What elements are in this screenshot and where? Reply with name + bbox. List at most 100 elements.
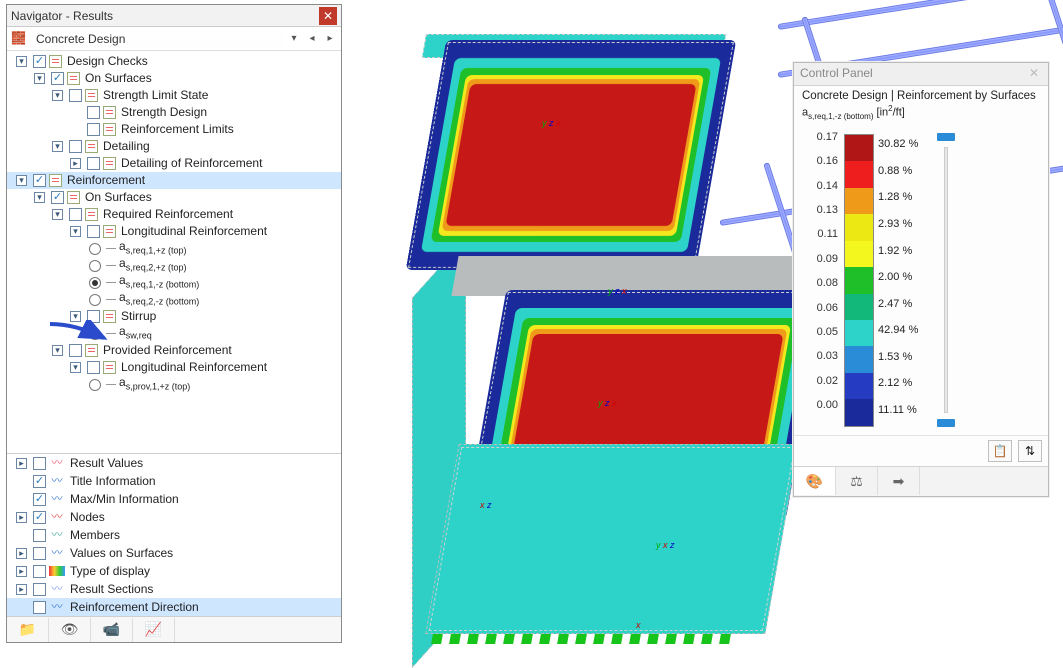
expand-toggle[interactable]: ▾ [52,90,63,101]
expand-toggle[interactable]: ▾ [16,56,27,67]
radio[interactable] [89,328,101,340]
option-row[interactable]: 〰Title Information [7,472,341,490]
tree-item[interactable]: ▾Design Checks [7,53,341,70]
checkbox[interactable] [87,310,100,323]
checkbox[interactable] [33,457,46,470]
checkbox[interactable] [87,225,100,238]
bottom-tab-1[interactable]: 👁 [49,618,91,642]
slider-handle-bottom[interactable] [937,419,955,427]
option-row[interactable]: ▸〰Result Values [7,454,341,472]
tree-item[interactable]: ▾Provided Reinforcement [7,342,341,359]
tree-item[interactable]: ▾On Surfaces [7,189,341,206]
navigator-combo[interactable]: 🧱 Concrete Design ▾ ◂ ▸ [7,27,341,51]
legend-swatch[interactable] [845,214,873,240]
tree-item[interactable]: ▾Stirrup [7,308,341,325]
tree-item[interactable]: ▾On Surfaces [7,70,341,87]
legend-colorbar[interactable] [844,134,874,427]
option-row[interactable]: ▸〰Values on Surfaces [7,544,341,562]
option-row[interactable]: ▸Type of display [7,562,341,580]
checkbox[interactable] [69,344,82,357]
checkbox[interactable] [51,191,64,204]
expand-toggle[interactable]: ▾ [34,192,45,203]
sort-button[interactable]: ⇅ [1018,440,1042,462]
checkbox[interactable] [33,475,46,488]
expand-toggle[interactable]: ▸ [16,512,27,523]
expand-toggle[interactable]: ▾ [70,362,81,373]
checkbox[interactable] [69,208,82,221]
radio[interactable] [89,277,101,289]
tree-item[interactable]: as,req,2,-z (bottom) [7,291,341,308]
legend-swatch[interactable] [845,161,873,187]
legend-swatch[interactable] [845,373,873,399]
nav-prev-icon[interactable]: ◂ [305,33,319,44]
checkbox[interactable] [51,72,64,85]
checkbox[interactable] [33,511,46,524]
checkbox[interactable] [33,529,46,542]
nav-next-icon[interactable]: ▸ [323,33,337,44]
checkbox[interactable] [69,89,82,102]
tree-item[interactable]: ▾Reinforcement [7,172,341,189]
legend-swatch[interactable] [845,294,873,320]
tree-item[interactable]: Strength Design [7,104,341,121]
chevron-down-icon[interactable]: ▾ [287,33,301,44]
option-row[interactable]: 〰Reinforcement Direction [7,598,341,616]
tree-item[interactable]: Reinforcement Limits [7,121,341,138]
cp-tab-filter[interactable]: ➡ [878,467,920,495]
radio[interactable] [89,294,101,306]
checkbox[interactable] [69,140,82,153]
radio[interactable] [89,243,101,255]
checkbox[interactable] [33,583,46,596]
checkbox[interactable] [33,565,46,578]
radio[interactable] [89,260,101,272]
option-row[interactable]: ▸〰Nodes [7,508,341,526]
expand-toggle[interactable]: ▾ [16,175,27,186]
legend-swatch[interactable] [845,399,873,425]
option-row[interactable]: 〰Members [7,526,341,544]
expand-toggle[interactable]: ▾ [34,73,45,84]
expand-toggle[interactable]: ▾ [52,141,63,152]
expand-toggle[interactable]: ▾ [70,311,81,322]
expand-toggle[interactable]: ▾ [52,345,63,356]
checkbox[interactable] [33,55,46,68]
slider-track[interactable] [944,147,948,413]
bottom-tab-0[interactable]: 📁 [7,618,49,642]
tree-item[interactable]: ▾Required Reinforcement [7,206,341,223]
bottom-tab-2[interactable]: 📹 [91,618,133,642]
checkbox[interactable] [33,174,46,187]
checkbox[interactable] [33,493,46,506]
radio[interactable] [89,379,101,391]
checkbox[interactable] [87,361,100,374]
expand-toggle[interactable]: ▸ [70,158,81,169]
legend-swatch[interactable] [845,241,873,267]
tree-item[interactable]: ▸Detailing of Reinforcement [7,155,341,172]
navigator-options[interactable]: ▸〰Result Values〰Title Information〰Max/Mi… [7,453,341,616]
slider-handle-top[interactable] [937,133,955,141]
checkbox[interactable] [87,123,100,136]
close-icon[interactable]: ✕ [319,7,337,25]
legend-swatch[interactable] [845,188,873,214]
expand-toggle[interactable]: ▸ [16,584,27,595]
checkbox[interactable] [33,547,46,560]
cp-tab-palette[interactable]: 🎨 [794,467,836,495]
checkbox[interactable] [33,601,46,614]
tree-item[interactable]: ▾Detailing [7,138,341,155]
expand-toggle[interactable]: ▾ [70,226,81,237]
legend-swatch[interactable] [845,267,873,293]
close-icon[interactable]: ✕ [1026,66,1042,82]
copy-button[interactable]: 📋 [988,440,1012,462]
tree-item[interactable]: ▾Strength Limit State [7,87,341,104]
legend-swatch[interactable] [845,135,873,161]
tree-item[interactable]: as,prov,1,+z (top) [7,376,341,393]
cp-tab-factors[interactable]: ⚖ [836,467,878,495]
bottom-tab-3[interactable]: 📈 [133,618,175,642]
expand-toggle[interactable]: ▾ [52,209,63,220]
option-row[interactable]: 〰Max/Min Information [7,490,341,508]
legend-swatch[interactable] [845,346,873,372]
option-row[interactable]: ▸〰Result Sections [7,580,341,598]
checkbox[interactable] [87,106,100,119]
checkbox[interactable] [87,157,100,170]
expand-toggle[interactable]: ▸ [16,548,27,559]
tree-item[interactable]: asw,req [7,325,341,342]
expand-toggle[interactable]: ▸ [16,458,27,469]
expand-toggle[interactable]: ▸ [16,566,27,577]
